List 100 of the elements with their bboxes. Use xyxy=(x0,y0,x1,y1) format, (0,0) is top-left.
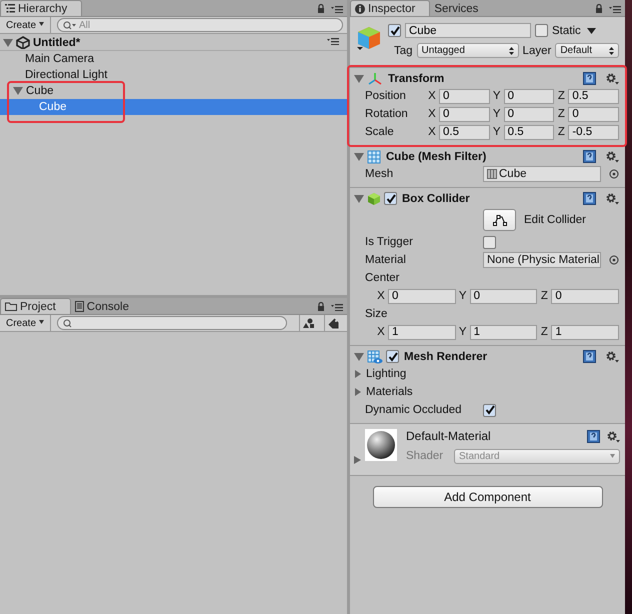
caret-icon xyxy=(610,454,615,458)
hierarchy-item[interactable]: Main Camera xyxy=(0,51,347,67)
button-label: Edit Collider xyxy=(524,214,586,226)
edit-collider-button[interactable] xyxy=(483,209,516,231)
object-field[interactable]: Cube xyxy=(483,166,602,182)
dropdown-arrow-icon[interactable] xyxy=(586,28,596,34)
search-field[interactable] xyxy=(57,316,288,330)
lock-icon[interactable] xyxy=(595,4,603,13)
axis-label: Y xyxy=(492,126,501,138)
help-book-icon[interactable] xyxy=(583,72,596,85)
number-field[interactable]: 0 xyxy=(439,106,490,122)
settings-icon[interactable] xyxy=(605,192,619,205)
hierarchy-item[interactable]: Cube xyxy=(0,99,347,115)
property-label: Material xyxy=(365,254,407,266)
expand-arrow-icon[interactable] xyxy=(3,38,13,46)
services-tab[interactable]: Services xyxy=(430,1,492,16)
object-picker-icon[interactable] xyxy=(609,169,619,179)
expand-arrow-icon[interactable] xyxy=(354,388,362,396)
hierarchy-tab[interactable]: Hierarchy xyxy=(0,0,82,16)
enabled-checkbox[interactable] xyxy=(386,350,399,363)
axis-label: X xyxy=(428,126,436,138)
axis-label: X xyxy=(377,290,385,302)
folder-icon xyxy=(5,302,17,311)
property-label: Mesh xyxy=(365,168,394,180)
help-book-icon[interactable] xyxy=(583,192,596,205)
checkbox[interactable] xyxy=(483,236,496,248)
foldout-label[interactable]: Lighting xyxy=(366,368,406,380)
property-label: Center xyxy=(365,272,401,284)
menu-icon[interactable] xyxy=(609,6,621,13)
number-field[interactable]: 0 xyxy=(439,88,490,104)
shapes-icon xyxy=(303,318,315,328)
up-down-arrows-icon xyxy=(609,46,614,54)
inspector-tab[interactable]: Inspector xyxy=(350,0,430,16)
number-field[interactable]: 0 xyxy=(551,288,620,304)
create-button[interactable]: Create xyxy=(4,315,52,331)
axis-label: X xyxy=(377,326,385,338)
polyline-icon xyxy=(492,214,506,226)
cube-icon xyxy=(356,25,382,51)
layer-dropdown[interactable]: Default xyxy=(555,43,620,58)
property-label: Size xyxy=(365,308,388,320)
grid-icon xyxy=(367,150,381,164)
number-field[interactable]: 1 xyxy=(470,324,538,340)
settings-icon[interactable] xyxy=(605,72,619,85)
scene-name[interactable]: Untitled* xyxy=(33,36,80,48)
number-field[interactable]: 1 xyxy=(388,324,456,340)
help-book-icon[interactable] xyxy=(587,430,600,442)
axis-label: Y xyxy=(458,290,467,302)
help-book-icon[interactable] xyxy=(583,350,596,363)
axis-label: Z xyxy=(540,326,548,338)
number-field[interactable]: -0.5 xyxy=(568,124,620,140)
number-field[interactable]: 0.5 xyxy=(568,88,620,104)
hierarchy-item[interactable]: Directional Light xyxy=(0,67,347,83)
active-checkbox[interactable] xyxy=(388,24,401,37)
axis-label: X xyxy=(428,90,436,102)
object-picker-icon[interactable] xyxy=(609,255,619,265)
settings-icon[interactable] xyxy=(606,430,620,442)
lock-icon[interactable] xyxy=(317,302,325,311)
number-field[interactable]: 0 xyxy=(504,88,554,104)
expand-arrow-icon[interactable] xyxy=(354,370,362,378)
menu-icon[interactable] xyxy=(327,38,339,44)
static-label: Static xyxy=(552,24,581,36)
project-tab[interactable]: Project xyxy=(0,298,71,314)
axes-icon xyxy=(367,72,383,86)
component-title: Box Collider xyxy=(402,192,470,204)
tag-label: Tag xyxy=(394,44,413,56)
enabled-checkbox[interactable] xyxy=(384,192,397,205)
number-field[interactable]: 0.5 xyxy=(504,124,554,140)
number-field[interactable]: 0 xyxy=(470,288,538,304)
number-field[interactable]: 0 xyxy=(504,106,554,122)
number-field[interactable]: 0.5 xyxy=(439,124,490,140)
name-field[interactable]: Cube xyxy=(405,23,531,38)
object-field[interactable]: None (Physic Material xyxy=(483,252,602,268)
add-component-button[interactable]: Add Component xyxy=(372,486,602,508)
axis-label: Y xyxy=(492,90,501,102)
number-field[interactable]: 0 xyxy=(388,288,456,304)
tag-dropdown[interactable]: Untagged xyxy=(416,43,519,58)
grid-eye-icon xyxy=(367,350,383,364)
menu-icon[interactable] xyxy=(331,304,343,311)
info-icon xyxy=(355,4,365,14)
checkbox[interactable] xyxy=(483,404,496,416)
help-book-icon[interactable] xyxy=(583,150,596,163)
number-field[interactable]: 0 xyxy=(568,106,620,122)
settings-icon[interactable] xyxy=(605,150,619,163)
axis-label: Z xyxy=(557,90,566,102)
grid-icon xyxy=(487,169,497,179)
static-checkbox[interactable] xyxy=(535,24,548,37)
axis-label: Z xyxy=(557,126,566,138)
foldout-label[interactable]: Materials xyxy=(366,386,413,398)
number-field[interactable]: 1 xyxy=(551,324,620,340)
list-icon xyxy=(5,4,15,13)
search-field[interactable]: All xyxy=(57,18,343,32)
settings-icon[interactable] xyxy=(605,350,619,363)
create-button[interactable]: Create xyxy=(4,17,52,33)
component-title: Mesh Renderer xyxy=(404,350,488,362)
property-label: Position xyxy=(365,90,407,102)
menu-icon[interactable] xyxy=(331,6,343,13)
console-tab[interactable]: Console xyxy=(70,299,143,314)
layer-label: Layer xyxy=(522,44,552,56)
expand-arrow-icon[interactable] xyxy=(354,74,364,82)
lock-icon[interactable] xyxy=(317,4,325,13)
